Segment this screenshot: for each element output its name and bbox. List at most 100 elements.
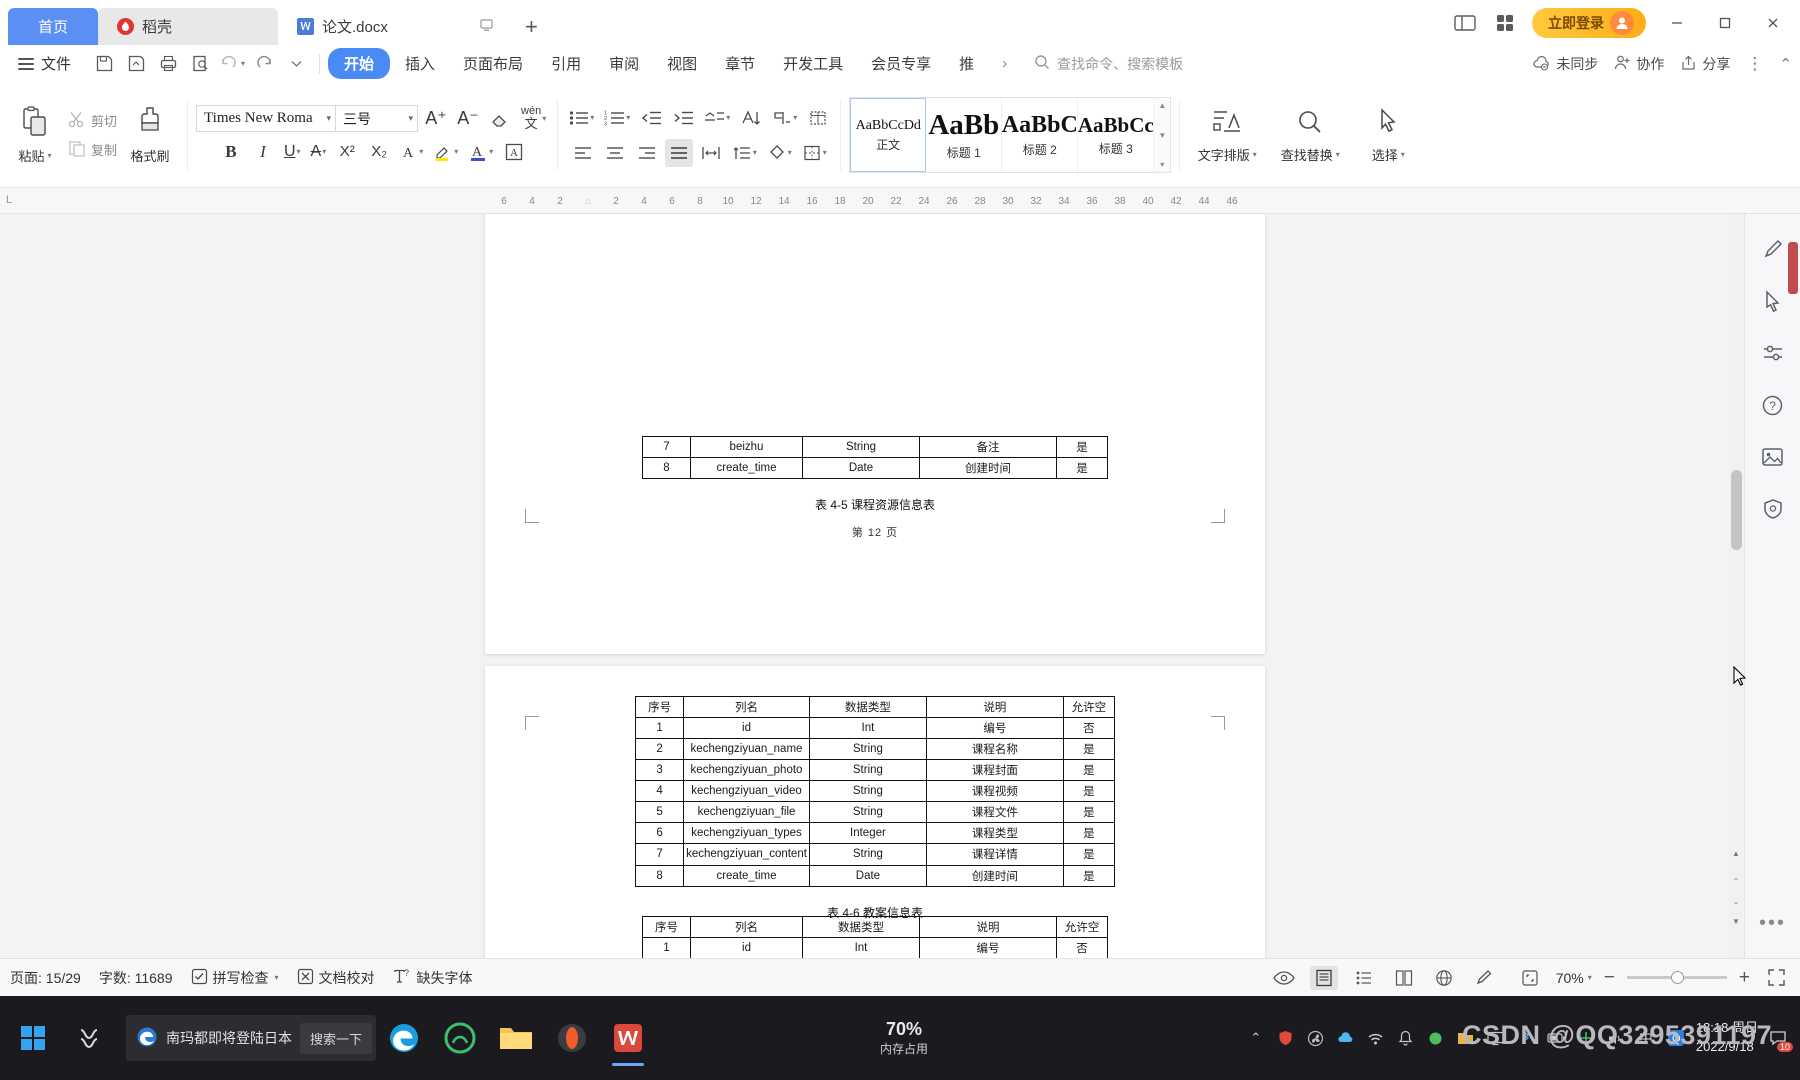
login-button[interactable]: 立即登录 [1532,7,1646,38]
distribute-button[interactable] [697,139,725,167]
image-tool-icon[interactable] [1758,442,1788,472]
taskbar-app-file-explorer[interactable] [488,1007,544,1069]
bell-icon[interactable] [1396,1028,1416,1048]
document-page-2[interactable]: 序号 列名 数据类型 说明 允许空 1 id Int 编号 否 2 kechen… [485,666,1265,958]
file-menu-button[interactable]: 文件 [8,53,81,74]
web-view-button[interactable] [1430,966,1458,990]
windows-start-icon[interactable] [4,1009,62,1067]
table-row[interactable]: 7 beizhu String 备注 是 [642,436,1108,458]
ribbon-tab-member[interactable]: 会员专享 [858,48,944,79]
save-as-icon[interactable] [121,49,151,79]
table-row[interactable]: 4 kechengziyuan_video String 课程视频 是 [635,780,1115,802]
edit-view-button[interactable] [1470,966,1498,990]
style-normal[interactable]: AaBbCcDd 正文 [850,98,927,172]
collapse-ribbon-icon[interactable]: ⌃ [1779,55,1792,73]
green-status-icon[interactable] [1426,1028,1446,1048]
search-command-box[interactable]: 查找命令、搜索模板 [1034,54,1183,74]
ribbon-tab-view[interactable]: 视图 [654,48,710,79]
paste-button[interactable]: 粘贴 ▾ [6,95,64,175]
ribbon-tab-review[interactable]: 审阅 [596,48,652,79]
cloud-icon[interactable] [1336,1028,1356,1048]
document-page-1[interactable]: 7 beizhu String 备注 是 8 create_time Date … [485,214,1265,654]
tab-docer[interactable]: 稻壳 [98,8,279,45]
typography-button[interactable]: 文字排版 ▾ [1188,95,1266,175]
font-size-combobox[interactable]: 三号 ▾ [336,105,419,132]
table-row[interactable]: 8 create_time Date 创建时间 是 [642,457,1108,479]
zoom-slider[interactable] [1626,971,1727,984]
shield-icon[interactable] [1758,494,1788,524]
multilevel-list-button[interactable]: ▾ [701,104,733,132]
borders-button[interactable]: ▾ [799,139,830,167]
style-gallery-expand-icon[interactable]: ▾ [1160,160,1164,169]
table-row[interactable]: 7 kechengziyuan_content String 课程详情 是 [635,843,1115,866]
grid-view-icon[interactable] [1492,10,1518,36]
shrink-font-icon[interactable]: A⁻ [454,105,482,133]
align-right-button[interactable] [633,139,661,167]
bold-button[interactable]: B [217,138,245,166]
align-center-button[interactable] [601,139,629,167]
document-scrollbar-thumb[interactable] [1731,470,1742,550]
split-view-icon[interactable] [1452,10,1478,36]
more-options-icon[interactable]: ⋮ [1746,54,1763,74]
scroll-up-icon[interactable]: ▲ [1158,101,1166,110]
ribbon-tab-references[interactable]: 引用 [538,48,594,79]
spellcheck-button[interactable]: 拼写检查 ▾ [191,968,279,988]
print-icon[interactable] [153,49,183,79]
undo-icon[interactable]: ▾ [217,49,247,79]
fit-page-icon[interactable] [1516,966,1544,990]
show-formatting-marks-button[interactable]: ▾ [769,104,800,132]
ribbon-tab-insert[interactable]: 插入 [392,48,448,79]
new-tab-button[interactable]: + [513,8,550,45]
clear-format-icon[interactable] [486,105,514,133]
font-name-combobox[interactable]: Times New Roma ▾ [196,105,337,132]
line-spacing-button[interactable]: ▾ [729,139,760,167]
character-border-button[interactable]: A ▾ [397,138,426,166]
shield-red-icon[interactable] [1276,1028,1296,1048]
superscript-button[interactable]: X² [333,138,361,166]
taskbar-app-wps[interactable] [600,1007,656,1069]
subscript-button[interactable]: X₂ [365,138,393,166]
ribbon-tab-section[interactable]: 章节 [712,48,768,79]
page-view-button[interactable] [1309,965,1338,990]
page-indicator[interactable]: 页面: 15/29 [10,968,81,988]
document-canvas[interactable]: 7 beizhu String 备注 是 8 create_time Date … [0,214,1800,958]
underline-button[interactable]: U ▾ [281,138,304,166]
taskbar-search-button[interactable]: 搜索一下 [300,1022,373,1054]
ribbon-tabs-more-icon[interactable]: › [989,50,1020,77]
save-icon[interactable] [89,49,119,79]
print-preview-icon[interactable] [185,49,215,79]
strikethrough-button[interactable]: A ▾ [308,138,330,166]
font-color-button[interactable]: A ▾ [465,138,496,166]
find-replace-button[interactable]: 查找替换 ▾ [1266,95,1354,175]
table-4-4-partial[interactable]: 7 beizhu String 备注 是 8 create_time Date … [642,436,1108,479]
window-minimize-button[interactable] [1660,6,1694,40]
fan-icon[interactable] [1306,1028,1326,1048]
help-icon[interactable]: ? [1758,390,1788,420]
style-heading-3[interactable]: AaBbCc 标题 3 [1078,98,1155,172]
scroll-up-button[interactable]: ▲ [1729,845,1743,861]
tab-restore-icon[interactable] [480,18,495,35]
scroll-next-page-button[interactable]: ⌄ [1729,893,1743,909]
more-tools-icon[interactable]: ••• [1758,908,1788,938]
collaborate-button[interactable]: 协作 [1614,54,1664,74]
task-view-icon[interactable] [62,1009,120,1067]
tab-document[interactable]: 论文.docx [278,8,514,45]
highlight-color-button[interactable]: ▾ [430,138,461,166]
scroll-prev-page-button[interactable]: ⌃ [1729,873,1743,889]
taskbar-app-browser[interactable] [432,1007,488,1069]
missing-font-button[interactable]: ? 缺失字体 [393,968,473,988]
outline-view-button[interactable] [1350,966,1378,990]
window-close-button[interactable] [1756,6,1790,40]
format-painter-button[interactable]: 格式刷 [121,95,179,175]
share-button[interactable]: 分享 [1680,54,1730,74]
zoom-value[interactable]: 70% ▾ [1556,970,1592,986]
tab-home[interactable]: 首页 [8,8,99,45]
pinyin-guide-icon[interactable]: wén 文 ▾ [518,105,549,133]
sync-status-button[interactable]: 未同步 [1532,54,1598,74]
table-row[interactable]: 1 id Int 编号 否 [642,937,1108,958]
eye-icon[interactable] [1270,966,1298,990]
zoom-slider-knob[interactable] [1670,971,1684,984]
pen-tool-icon[interactable] [1758,234,1788,264]
style-heading-1[interactable]: AaBb 标题 1 [926,98,1003,172]
copy-button[interactable]: 复制 [68,140,117,160]
